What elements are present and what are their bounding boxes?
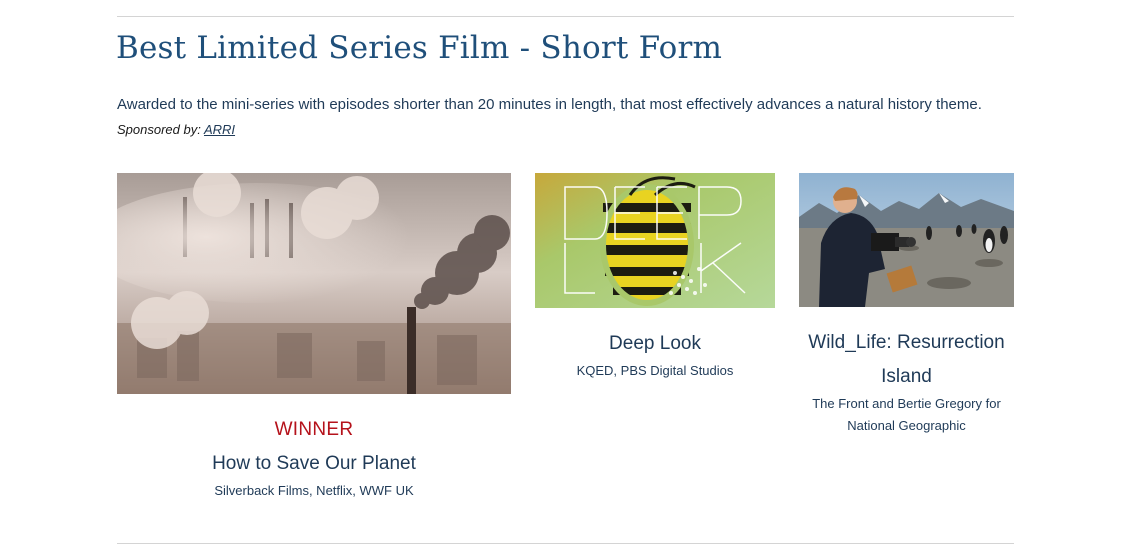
top-divider — [117, 16, 1014, 17]
entry-card: Wild_Life: Resurrection Island The Front… — [799, 173, 1014, 443]
entry-title[interactable]: Deep Look — [535, 327, 775, 361]
entry-thumbnail[interactable] — [535, 173, 775, 308]
section-title: Best Limited Series Film - Short Form — [116, 30, 723, 66]
entry-credit: The Front and Bertie Gregory for Nationa… — [812, 396, 1001, 433]
entry-thumbnail[interactable] — [799, 173, 1014, 307]
entry-thumbnail[interactable] — [117, 173, 511, 394]
entry-card-winner: WINNER How to Save Our Planet Silverback… — [117, 173, 511, 503]
wasp-macro-image — [535, 173, 775, 308]
entry-credit: KQED, PBS Digital Studios — [576, 363, 734, 378]
sponsor-line: Sponsored by: ARRI — [117, 122, 235, 137]
winner-badge: WINNER — [274, 419, 354, 440]
cameraman-penguins-image — [799, 173, 1014, 307]
smokestacks-pollution-image — [117, 173, 511, 394]
bottom-divider — [117, 543, 1014, 544]
entry-credit: Silverback Films, Netflix, WWF UK — [214, 483, 414, 498]
entry-card: Deep Look KQED, PBS Digital Studios — [535, 173, 775, 393]
entry-title[interactable]: Wild_Life: Resurrection Island — [799, 326, 1014, 394]
sponsor-prefix: Sponsored by: — [117, 122, 201, 137]
entry-title[interactable]: How to Save Our Planet — [117, 447, 511, 481]
section-description: Awarded to the mini-series with episodes… — [117, 96, 982, 113]
sponsor-link[interactable]: ARRI — [204, 122, 235, 137]
